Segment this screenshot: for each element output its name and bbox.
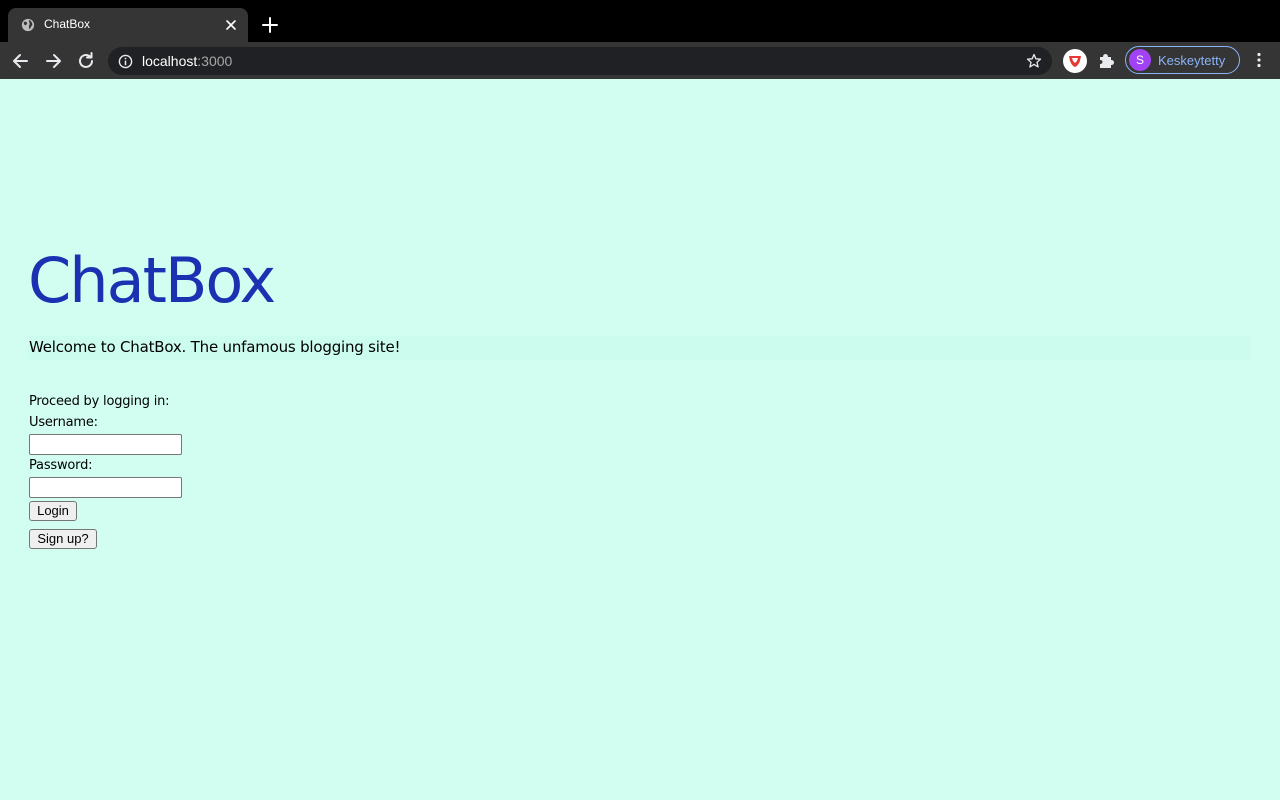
shield-extension-icon[interactable] xyxy=(1063,49,1087,73)
profile-name: Keskeytetty xyxy=(1158,53,1226,68)
browser-toolbar: localhost:3000 xyxy=(0,42,1280,79)
browser-tab-chatbox[interactable]: ChatBox xyxy=(8,8,248,42)
close-icon[interactable] xyxy=(223,17,239,33)
info-icon[interactable] xyxy=(118,54,133,69)
plus-icon[interactable] xyxy=(260,15,280,35)
address-bar[interactable]: localhost:3000 xyxy=(108,47,1052,75)
url-host: localhost xyxy=(142,53,198,69)
username-label: Username: xyxy=(29,415,98,430)
arrow-right-icon[interactable] xyxy=(42,50,64,72)
globe-icon xyxy=(21,18,35,32)
avatar: S xyxy=(1129,49,1151,71)
page-content: ChatBox Welcome to ChatBox. The unfamous… xyxy=(0,79,1280,800)
profile-button[interactable]: S Keskeytetty xyxy=(1125,46,1240,74)
page-title: ChatBox xyxy=(28,244,276,317)
welcome-text: Welcome to ChatBox. The unfamous bloggin… xyxy=(29,338,401,356)
star-icon[interactable] xyxy=(1026,53,1042,69)
login-prompt: Proceed by logging in: xyxy=(29,394,170,409)
url-port: :3000 xyxy=(197,53,233,69)
password-label: Password: xyxy=(29,458,93,473)
reload-icon[interactable] xyxy=(75,50,97,72)
tab-title: ChatBox xyxy=(44,17,91,31)
browser-tabstrip: ChatBox xyxy=(0,0,1280,42)
url-text[interactable]: localhost:3000 xyxy=(142,53,232,69)
signup-button[interactable]: Sign up? xyxy=(29,529,97,549)
login-button[interactable]: Login xyxy=(29,501,77,521)
password-input[interactable] xyxy=(29,477,182,498)
arrow-left-icon[interactable] xyxy=(10,50,32,72)
username-input[interactable] xyxy=(29,434,182,455)
kebab-menu-icon[interactable] xyxy=(1250,51,1268,69)
puzzle-icon[interactable] xyxy=(1097,51,1115,69)
